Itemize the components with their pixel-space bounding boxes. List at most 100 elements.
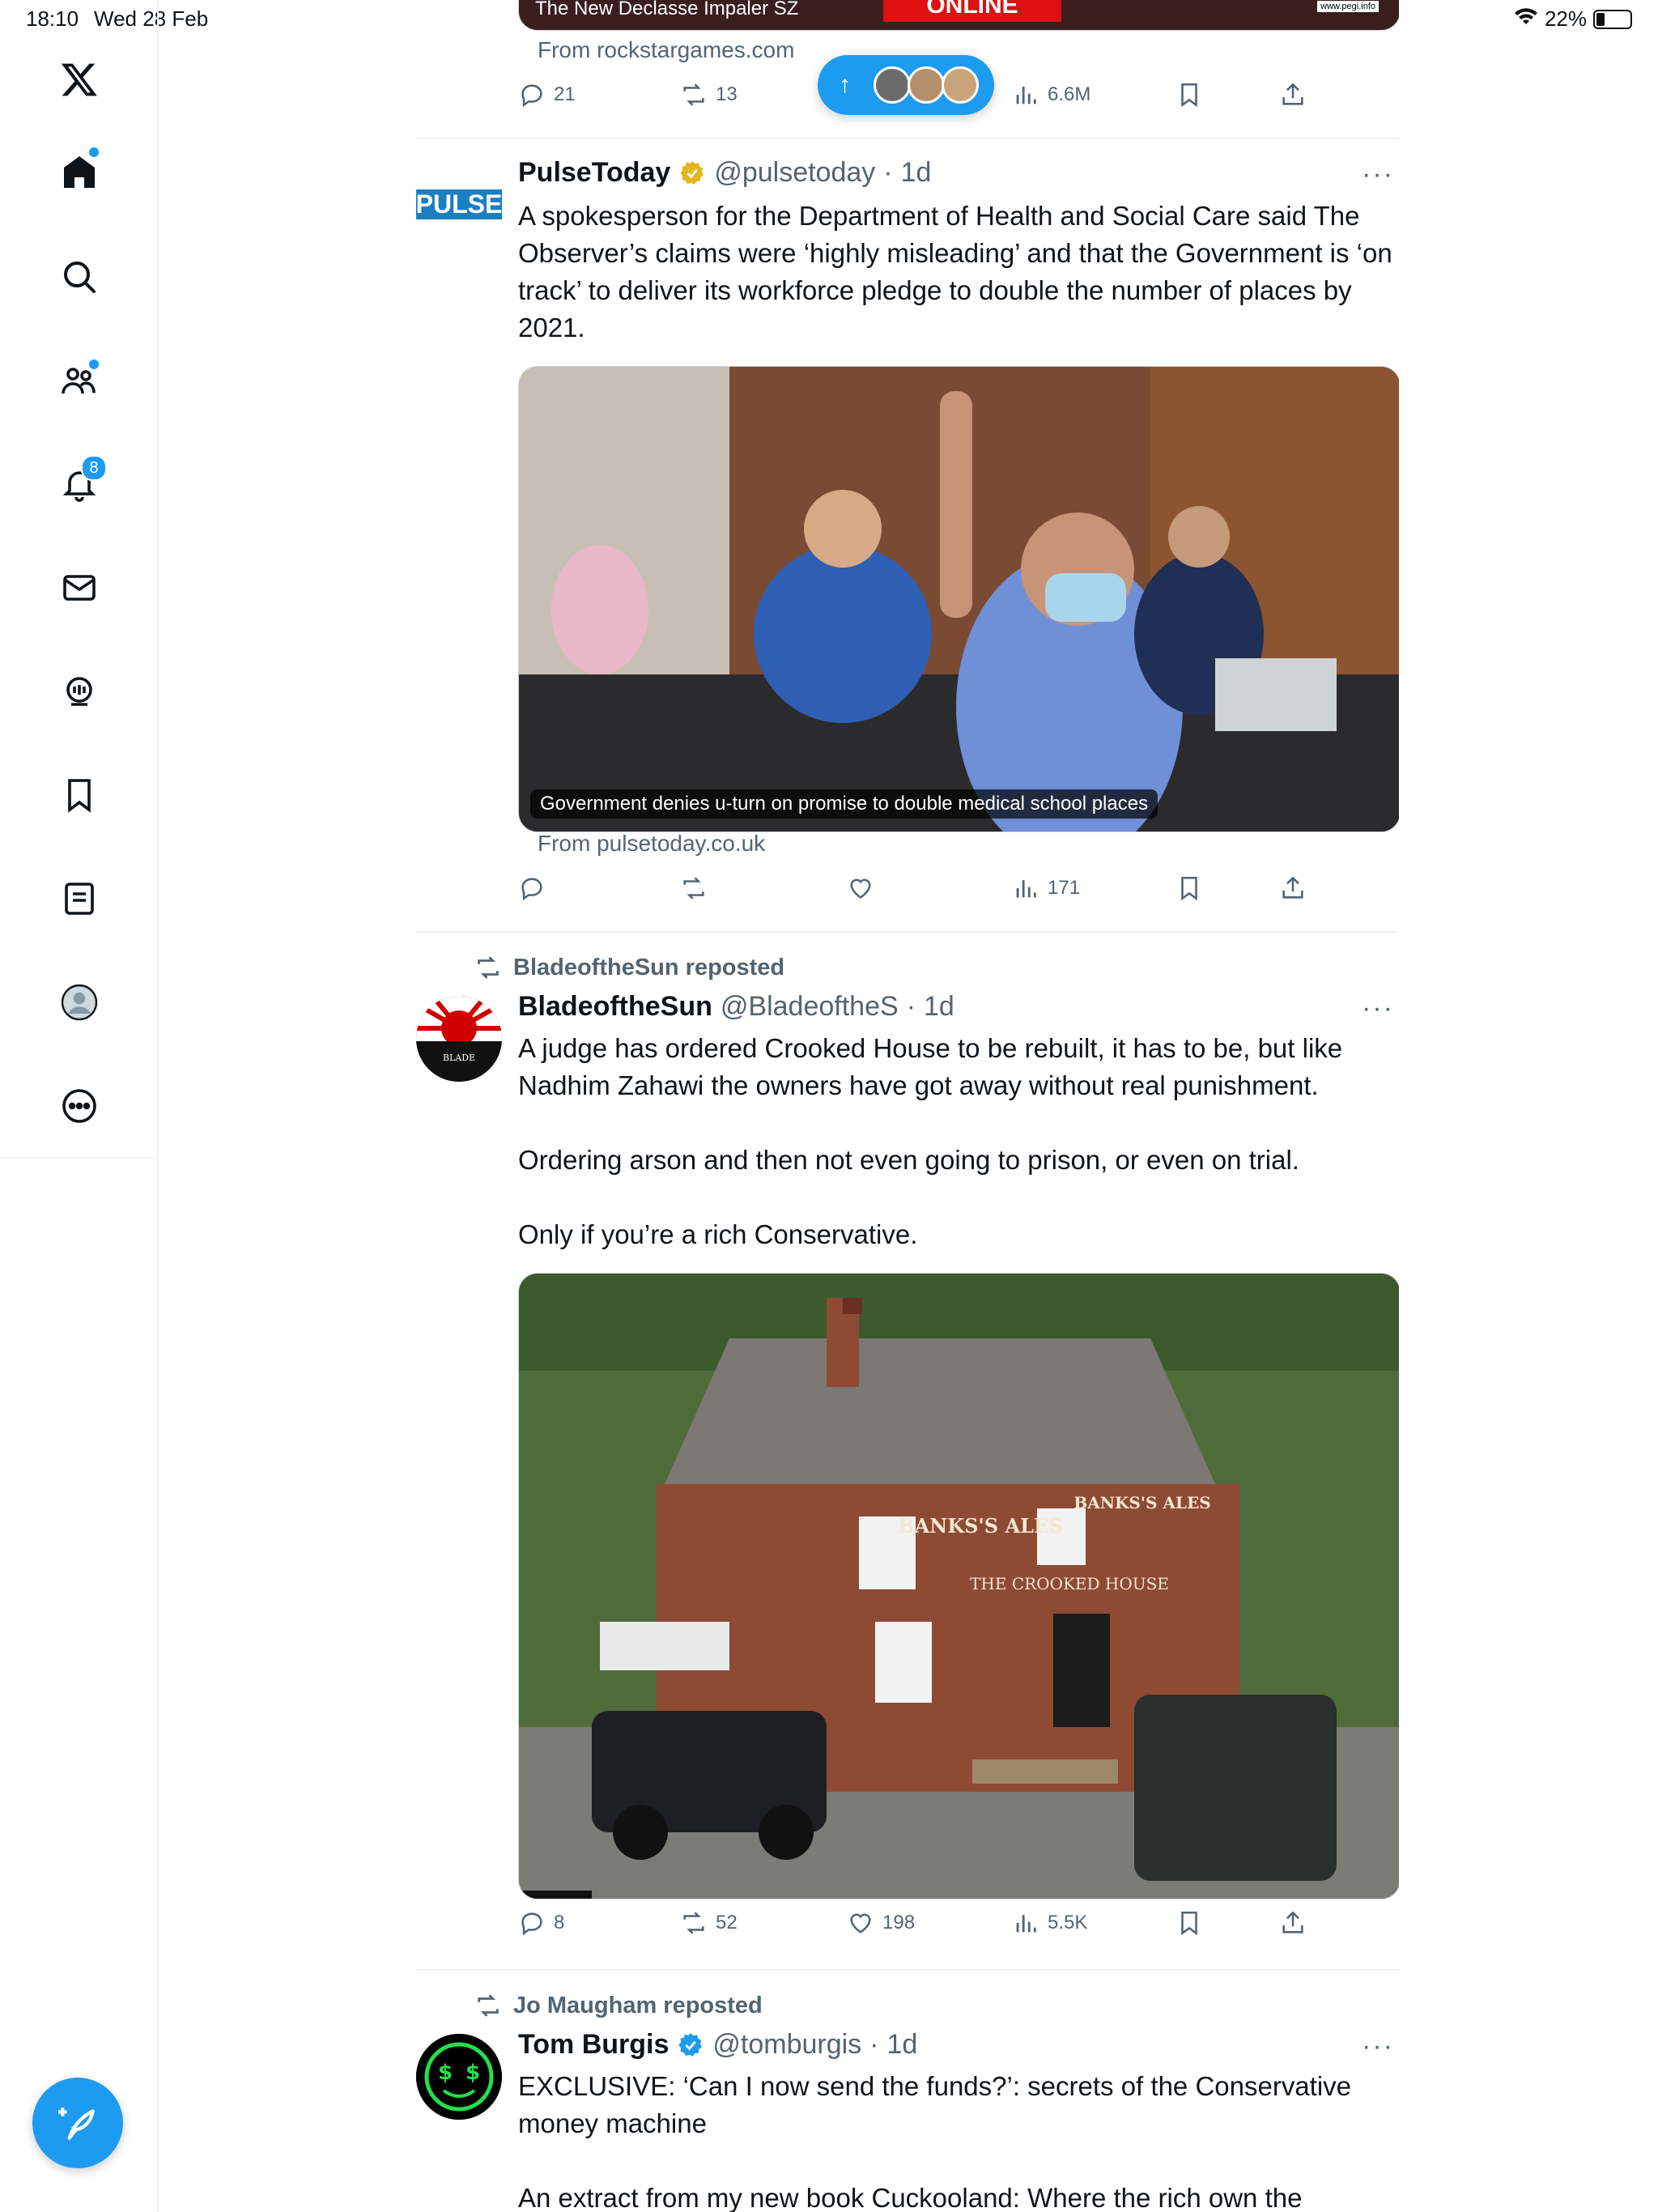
messages-icon[interactable] — [53, 562, 105, 614]
x-logo-icon[interactable] — [53, 53, 105, 105]
reposted-by[interactable]: Jo Maugham reposted — [513, 1993, 763, 2019]
sign-text: THE CROOKED HOUSE — [970, 1574, 1169, 1593]
post-text-paragraph: A judge has ordered Crooked House to be … — [518, 1033, 1343, 1100]
notifications-badge: 8 — [81, 455, 107, 481]
share-icon — [1282, 876, 1303, 899]
post-actions: 171 — [518, 874, 1399, 910]
share-icon — [1282, 1911, 1303, 1933]
arrow-up-icon: ↑ — [839, 71, 851, 98]
search-icon[interactable] — [53, 251, 105, 303]
like-count: 198 — [882, 1912, 916, 1933]
post-header: BladeoftheSun @BladeoftheS · 1d — [518, 991, 954, 1023]
author-name[interactable]: PulseToday — [518, 157, 670, 189]
post-source-link[interactable]: From pulsetoday.co.uk — [538, 831, 765, 857]
home-unread-dot — [89, 147, 99, 157]
battery-icon — [1593, 9, 1632, 29]
post-avatar[interactable]: BLADE — [416, 996, 502, 1082]
feather-plus-icon — [58, 2108, 95, 2140]
image-caption: Government denies u-turn on promise to d… — [530, 789, 1158, 819]
separator-dot: · — [869, 2029, 879, 2060]
sign-text: BANKS'S ALES — [1073, 1493, 1210, 1512]
bookmark-button[interactable] — [1175, 81, 1203, 108]
more-options-icon[interactable] — [53, 1080, 105, 1132]
communities-unread-dot — [89, 359, 99, 369]
post-time[interactable]: 1d — [887, 2029, 918, 2061]
battery-fill — [1596, 12, 1605, 26]
notifications-icon[interactable]: 8 — [53, 455, 107, 510]
share-button[interactable] — [1279, 1909, 1307, 1937]
repost-indicator: BladeoftheSun reposted — [474, 954, 784, 981]
post-time[interactable]: 1d — [924, 991, 954, 1023]
blade-of-the-sun-logo: BLADE — [416, 996, 502, 1082]
views-button[interactable]: 6.6M — [1012, 81, 1090, 108]
separator-dot: · — [883, 157, 893, 188]
repost-indicator: Jo Maugham reposted — [474, 1992, 763, 2019]
views-button[interactable]: 5.5K — [1012, 1909, 1087, 1937]
views-icon — [1016, 87, 1036, 104]
views-count: 5.5K — [1048, 1912, 1088, 1933]
battery-percent: 22% — [1544, 6, 1587, 31]
post-media-image[interactable]: Government denies u-turn on promise to d… — [518, 366, 1399, 832]
reply-count: 8 — [554, 1912, 565, 1933]
repost-icon — [683, 83, 704, 106]
new-posts-pill[interactable]: ↑ — [818, 55, 994, 115]
more-options-button[interactable]: ··· — [1362, 2031, 1394, 2062]
post-media-image[interactable]: BANKS'S ALES BANKS'S ALES THE CROOKED HO… — [518, 1273, 1399, 1899]
more-options-button[interactable]: ··· — [1362, 993, 1394, 1024]
home-icon[interactable] — [53, 146, 105, 198]
reply-button[interactable] — [518, 874, 546, 902]
grok-icon[interactable] — [53, 666, 105, 717]
timeline: The New Declasse Impaler SZ ONLINE www.p… — [416, 0, 1399, 2212]
reply-icon — [521, 1912, 542, 1936]
sign-text: BANKS'S ALES — [898, 1514, 1062, 1538]
verified-gold-icon — [680, 160, 704, 185]
new-post-avatar — [874, 66, 911, 104]
svg-text:$: $ — [438, 2061, 453, 2085]
like-button[interactable]: 198 — [847, 1909, 915, 1937]
communities-icon[interactable] — [53, 355, 105, 406]
share-button[interactable] — [1279, 81, 1307, 108]
post-media-image[interactable]: The New Declasse Impaler SZ ONLINE www.p… — [518, 0, 1399, 31]
post-divider — [416, 138, 1399, 139]
compose-post-button[interactable] — [32, 2078, 123, 2168]
repost-button[interactable] — [680, 874, 708, 902]
repost-count: 13 — [716, 83, 738, 105]
post-divider — [416, 1969, 1399, 1971]
reposted-by[interactable]: BladeoftheSun reposted — [513, 955, 784, 981]
bookmarks-icon[interactable] — [53, 769, 105, 821]
post-text-paragraph: EXCLUSIVE: ‘Can I now send the funds?’: … — [518, 2071, 1352, 2138]
pulse-logo: PULSE — [416, 189, 502, 219]
repost-button[interactable]: 52 — [680, 1909, 738, 1937]
sidebar: 8 — [0, 0, 159, 2212]
reply-button[interactable]: 21 — [518, 81, 576, 108]
author-handle[interactable]: @pulsetoday — [714, 157, 875, 189]
author-name[interactable]: BladeoftheSun — [518, 991, 712, 1023]
author-handle[interactable]: @tomburgis — [712, 2029, 861, 2061]
repost-icon — [683, 1912, 704, 1934]
heart-icon — [850, 878, 871, 899]
like-button[interactable] — [847, 874, 874, 902]
reply-button[interactable]: 8 — [518, 1909, 564, 1937]
post-actions: 8 52 198 5.5K — [518, 1909, 1399, 1945]
lists-icon[interactable] — [53, 873, 105, 925]
repost-button[interactable]: 13 — [680, 81, 738, 108]
reply-icon — [521, 84, 542, 108]
post-source-link[interactable]: From rockstargames.com — [538, 37, 794, 63]
author-handle[interactable]: @BladeoftheS — [721, 991, 899, 1023]
heart-icon — [850, 1913, 871, 1933]
repost-icon — [478, 1994, 499, 2017]
post-time[interactable]: 1d — [901, 157, 932, 189]
sidebar-divider — [0, 1157, 157, 1159]
profile-avatar-icon[interactable] — [53, 976, 105, 1028]
author-name[interactable]: Tom Burgis — [518, 2029, 669, 2061]
bookmark-button[interactable] — [1175, 1909, 1203, 1937]
repost-icon — [683, 877, 704, 900]
post-avatar[interactable]: $ $ — [416, 2034, 502, 2120]
share-button[interactable] — [1279, 874, 1307, 902]
more-options-button[interactable]: ··· — [1362, 159, 1394, 190]
post-avatar[interactable]: PULSE — [416, 180, 502, 228]
repost-icon — [478, 956, 499, 979]
views-count: 6.6M — [1048, 83, 1091, 105]
bookmark-button[interactable] — [1175, 874, 1203, 902]
views-button[interactable]: 171 — [1012, 874, 1080, 902]
